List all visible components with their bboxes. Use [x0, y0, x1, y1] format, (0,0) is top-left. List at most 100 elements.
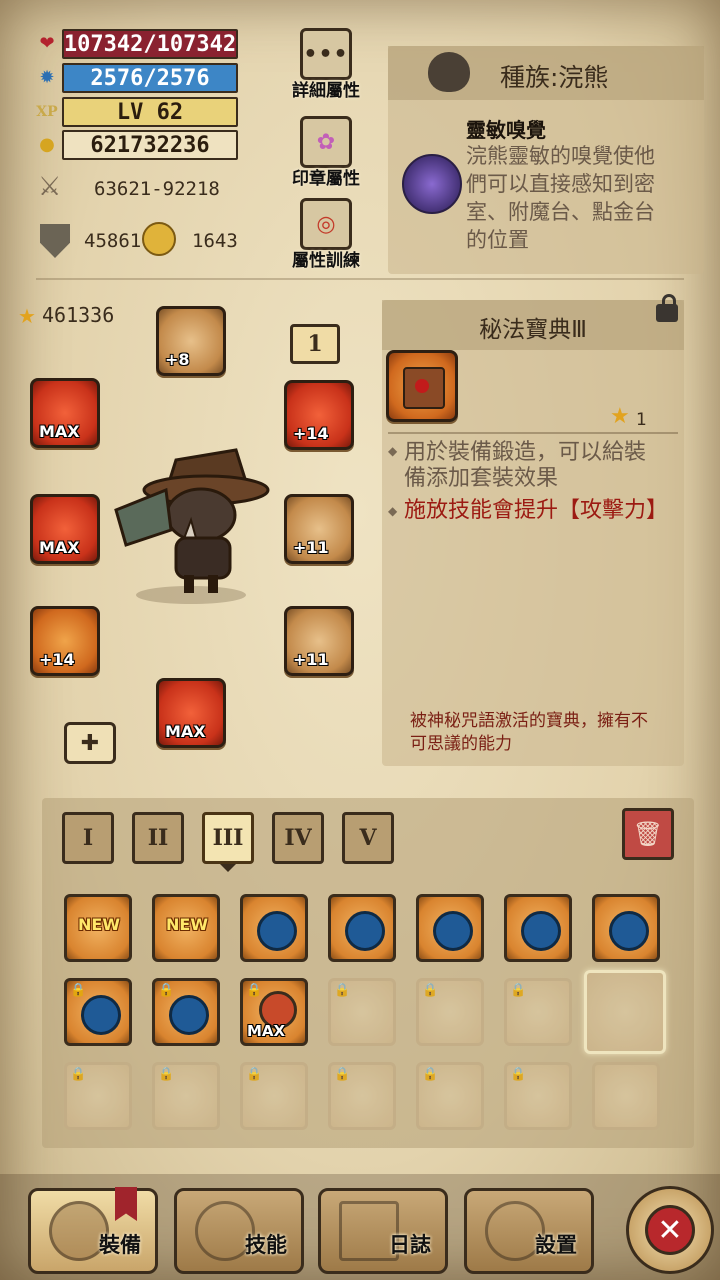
close-icon: ✕	[645, 1205, 695, 1255]
dots-icon: •••	[303, 41, 349, 67]
lock-icon: 🔒	[334, 1067, 351, 1082]
new-tag: NEW	[78, 915, 120, 934]
target-icon: ◎	[316, 211, 336, 237]
inventory-slot[interactable]: 🔒 MAX	[240, 978, 308, 1046]
selected-bookmark-icon	[115, 1187, 137, 1221]
heart-icon: ❤	[39, 33, 55, 54]
inventory-slot[interactable]: 🔒	[240, 1062, 308, 1130]
tab-2[interactable]: II	[132, 812, 184, 864]
level-value: LV 62	[116, 99, 184, 125]
mp-bar: 2576/2576	[62, 63, 238, 93]
nav-skill-label: 技能	[245, 1233, 287, 1257]
max-tag: MAX	[247, 1022, 286, 1040]
nav-skill-button[interactable]: 技能	[174, 1188, 304, 1274]
equip-slot-boots[interactable]: +11	[284, 606, 354, 676]
inventory-slot[interactable]	[416, 894, 484, 962]
lock-icon: 🔒	[246, 1067, 263, 1082]
close-button[interactable]: ✕	[626, 1186, 714, 1274]
defense-value: 45861	[84, 230, 142, 252]
equip-slot-feet[interactable]: MAX	[156, 678, 226, 748]
item-count: 1	[636, 410, 647, 430]
inventory-slot[interactable]: 🔒	[328, 1062, 396, 1130]
new-tag: NEW	[166, 915, 208, 934]
detail-attributes-label: 詳細屬性	[292, 81, 360, 101]
torch-icon	[142, 222, 176, 256]
lock-icon: 🔒	[510, 983, 527, 998]
inventory-slot[interactable]: 🔒	[504, 1062, 572, 1130]
gold-coins-icon: ●	[39, 134, 55, 155]
set-counter-value: 1	[307, 331, 323, 357]
inventory-slot[interactable]: 🔒	[64, 1062, 132, 1130]
inventory-slot[interactable]: NEW	[152, 894, 220, 962]
equip-slot-weapon[interactable]: MAX	[30, 378, 100, 448]
flower-seal-icon: ✿	[316, 129, 336, 155]
attribute-training-button[interactable]: ◎	[300, 198, 352, 250]
mp-value: 2576/2576	[90, 65, 210, 91]
equip-slot-gloves[interactable]: +14	[284, 380, 354, 450]
shield-icon	[40, 224, 70, 258]
nav-log-label: 日誌	[389, 1233, 431, 1257]
lock-icon: 🔒	[510, 1067, 527, 1082]
inventory-slot[interactable]: 🔒	[416, 1062, 484, 1130]
hp-value: 107342/107342	[63, 31, 237, 57]
selected-tab-indicator	[220, 864, 236, 872]
power-value: 461336	[42, 303, 115, 327]
armor-level: +11	[293, 538, 329, 557]
inventory-slot[interactable]: 🔒	[152, 978, 220, 1046]
detail-attributes-button[interactable]: •••	[300, 28, 352, 80]
inventory-slot[interactable]	[240, 894, 308, 962]
tab-1[interactable]: I	[62, 812, 114, 864]
equip-slot-offhand[interactable]: MAX	[30, 494, 100, 564]
item-divider	[388, 432, 678, 434]
inventory-slot[interactable]: 🔒	[416, 978, 484, 1046]
level-bar: LV 62	[62, 97, 238, 127]
weapon-level: MAX	[39, 422, 80, 441]
nav-equip-label: 裝備	[99, 1233, 141, 1257]
nav-settings-button[interactable]: 設置	[464, 1188, 594, 1274]
inventory-slot[interactable]	[592, 1062, 660, 1130]
equip-slot-head[interactable]: +8	[156, 306, 226, 376]
tab-4[interactable]: IV	[272, 812, 324, 864]
tab-5[interactable]: V	[342, 812, 394, 864]
inventory-slot[interactable]	[328, 894, 396, 962]
nav-equip-button[interactable]: 裝備	[28, 1187, 158, 1274]
seal-attributes-button[interactable]: ✿	[300, 116, 352, 168]
inventory-slot[interactable]: 🔒	[504, 978, 572, 1046]
race-skill-icon	[402, 154, 462, 214]
set-counter-badge[interactable]: 1	[290, 324, 340, 364]
lock-icon: 🔒	[70, 1067, 87, 1082]
character-sprite	[114, 448, 270, 604]
race-skill-name: 靈敏嗅覺	[466, 118, 546, 142]
trash-button[interactable]: 🗑	[622, 808, 674, 860]
section-divider	[36, 278, 684, 280]
lock-icon: 🔒	[422, 983, 439, 998]
item-count-star-icon: ★	[610, 404, 630, 429]
inventory-slot[interactable]	[504, 894, 572, 962]
attack-value: 63621-92218	[94, 178, 220, 200]
item-desc-2: 施放技能會提升【攻擊力】	[404, 498, 669, 523]
nav-log-button[interactable]: 日誌	[318, 1188, 448, 1274]
inventory-slot-selected[interactable]	[584, 970, 666, 1054]
equip-slot-armor[interactable]: +11	[284, 494, 354, 564]
inventory-slot[interactable]: 🔒	[328, 978, 396, 1046]
feet-level: MAX	[165, 722, 206, 741]
item-name: 秘法寶典Ⅲ	[479, 317, 587, 343]
head-level: +8	[165, 350, 190, 369]
equip-slot-amulet[interactable]: +14	[30, 606, 100, 676]
tab-3[interactable]: III	[202, 812, 254, 864]
star-icon: ★	[18, 304, 36, 328]
boots-level: +11	[293, 650, 329, 669]
dpad-button[interactable]: ✚	[64, 722, 116, 764]
inventory-slot[interactable]: 🔒	[152, 1062, 220, 1130]
bullet-icon: ◆	[388, 504, 398, 518]
item-desc-1: 用於裝備鍛造，可以給裝備添加套裝效果	[404, 440, 647, 491]
inventory-slot[interactable]	[592, 894, 660, 962]
inventory-slot[interactable]: 🔒	[64, 978, 132, 1046]
unlock-icon[interactable]	[652, 294, 682, 326]
inventory-slot[interactable]: NEW	[64, 894, 132, 962]
bullet-icon: ◆	[388, 444, 398, 458]
nav-settings-label: 設置	[535, 1233, 577, 1257]
game-screen: ❤ 107342/107342 ✹ 2576/2576 XP LV 62 ● 6…	[0, 0, 720, 1280]
item-book-icon	[386, 350, 458, 422]
gold-value: 621732236	[90, 132, 210, 158]
